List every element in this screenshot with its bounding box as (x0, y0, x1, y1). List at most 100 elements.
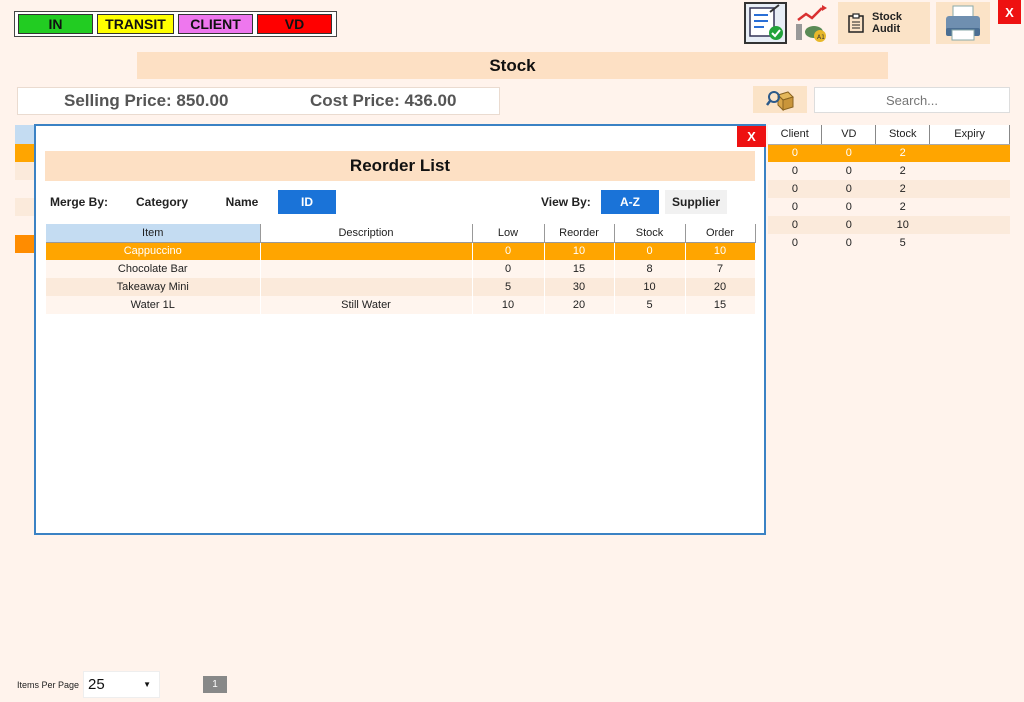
table-cell: 7 (685, 260, 756, 278)
checklist-edit-button[interactable] (744, 2, 787, 44)
table-cell (929, 162, 1010, 180)
sales-chart-icon: A1 (796, 5, 827, 42)
dialog-title: Reorder List (45, 151, 755, 181)
legend-in[interactable]: IN (18, 14, 93, 34)
merge-by-id-button[interactable]: ID (278, 190, 336, 214)
clipboard-icon (848, 13, 864, 33)
items-per-page-select[interactable]: 25 ▼ (83, 671, 161, 698)
print-button[interactable] (936, 2, 990, 44)
table-cell: 0 (768, 234, 822, 252)
table-cell: 0 (821, 144, 876, 162)
table-cell: Still Water (260, 296, 473, 314)
table-row[interactable]: Takeaway Mini 5 30 10 20 (46, 278, 756, 296)
table-row[interactable]: Cappuccino 0 10 0 10 (46, 242, 756, 260)
column-header-client[interactable]: Client (768, 125, 823, 145)
table-cell (260, 260, 473, 278)
table-cell (929, 234, 1010, 252)
table-cell (929, 198, 1010, 216)
view-by-az-button[interactable]: A-Z (601, 190, 659, 214)
table-cell: 0 (821, 162, 876, 180)
search-input[interactable] (814, 87, 1010, 113)
bg-header-strip (15, 125, 35, 144)
view-by-group: View By: A-Z Supplier (541, 190, 727, 214)
table-cell (929, 216, 1010, 234)
table-cell: 5 (472, 278, 545, 296)
price-summary: Selling Price: 850.00 Cost Price: 436.00 (17, 87, 500, 115)
table-cell: 0 (768, 216, 822, 234)
table-row[interactable]: 0 0 2 (768, 180, 1010, 198)
table-row[interactable]: 0 0 2 (768, 144, 1010, 162)
column-header-low[interactable]: Low (472, 224, 545, 243)
view-by-label: View By: (541, 195, 591, 209)
table-row[interactable]: 0 0 10 (768, 216, 1010, 234)
table-cell (260, 242, 473, 260)
table-cell: 0 (768, 144, 822, 162)
table-cell: 10 (614, 278, 686, 296)
table-cell: Takeaway Mini (46, 278, 261, 296)
table-cell (929, 144, 1010, 162)
column-header-description[interactable]: Description (260, 224, 473, 243)
box-search-icon (766, 90, 794, 111)
table-cell: 15 (685, 296, 756, 314)
items-per-page-control: Items Per Page 25 ▼ (17, 671, 161, 698)
table-cell: 10 (875, 216, 930, 234)
column-header-reorder[interactable]: Reorder (544, 224, 615, 243)
chevron-down-icon: ▼ (143, 680, 152, 689)
table-cell: 20 (544, 296, 615, 314)
table-cell: 0 (821, 234, 876, 252)
page-button[interactable]: 1 (203, 676, 227, 693)
legend-transit[interactable]: TRANSIT (97, 14, 174, 34)
table-row[interactable]: Chocolate Bar 0 15 8 7 (46, 260, 756, 278)
table-cell: 10 (472, 296, 545, 314)
table-cell: 2 (875, 180, 930, 198)
view-by-supplier-button[interactable]: Supplier (665, 190, 727, 214)
close-window-button[interactable]: X (998, 0, 1021, 24)
stock-table: Client VD Stock Expiry 0 0 2 0 0 2 0 0 2… (768, 125, 1010, 252)
merge-by-group: Merge By: Category Name ID (50, 190, 336, 214)
table-cell: 0 (472, 260, 545, 278)
legend-vd[interactable]: VD (257, 14, 332, 34)
printer-icon (946, 5, 980, 41)
svg-text:A1: A1 (817, 34, 825, 41)
column-header-vd[interactable]: VD (821, 125, 877, 145)
table-cell: 2 (875, 144, 930, 162)
page-title: Stock (137, 52, 888, 79)
table-cell: 0 (821, 216, 876, 234)
merge-by-name-button[interactable]: Name (212, 190, 272, 214)
table-cell: 5 (614, 296, 686, 314)
table-cell (929, 180, 1010, 198)
items-per-page-label: Items Per Page (17, 679, 80, 690)
column-header-stock[interactable]: Stock (875, 125, 931, 145)
table-cell: Chocolate Bar (46, 260, 261, 278)
table-cell: 0 (821, 198, 876, 216)
table-row[interactable]: 0 0 2 (768, 198, 1010, 216)
table-cell: 15 (544, 260, 615, 278)
sales-chart-button[interactable]: A1 (792, 2, 834, 44)
reorder-table: Item Description Low Reorder Stock Order… (46, 224, 756, 314)
bg-row (15, 198, 35, 216)
cost-price: Cost Price: 436.00 (310, 91, 457, 110)
table-cell: 2 (875, 162, 930, 180)
column-header-expiry[interactable]: Expiry (929, 125, 1010, 145)
items-per-page-value: 25 (88, 676, 105, 693)
table-cell (260, 278, 473, 296)
table-cell: 8 (614, 260, 686, 278)
table-cell: 0 (472, 242, 545, 260)
close-dialog-button[interactable]: X (737, 126, 766, 147)
table-cell: 0 (821, 180, 876, 198)
table-row[interactable]: 0 0 2 (768, 162, 1010, 180)
merge-by-category-button[interactable]: Category (118, 190, 206, 214)
product-search-button[interactable] (753, 86, 807, 113)
checklist-edit-icon (749, 4, 783, 40)
table-row[interactable]: 0 0 5 (768, 234, 1010, 252)
legend-client[interactable]: CLIENT (178, 14, 253, 34)
table-cell: 0 (614, 242, 686, 260)
stock-audit-label: Stock Audit (872, 11, 902, 35)
column-header-order[interactable]: Order (685, 224, 756, 243)
table-row[interactable]: Water 1L Still Water 10 20 5 15 (46, 296, 756, 314)
column-header-stock[interactable]: Stock (614, 224, 686, 243)
table-cell: Water 1L (46, 296, 261, 314)
column-header-item[interactable]: Item (46, 224, 261, 243)
stock-audit-button[interactable]: Stock Audit (838, 2, 930, 44)
table-cell: 0 (768, 180, 822, 198)
